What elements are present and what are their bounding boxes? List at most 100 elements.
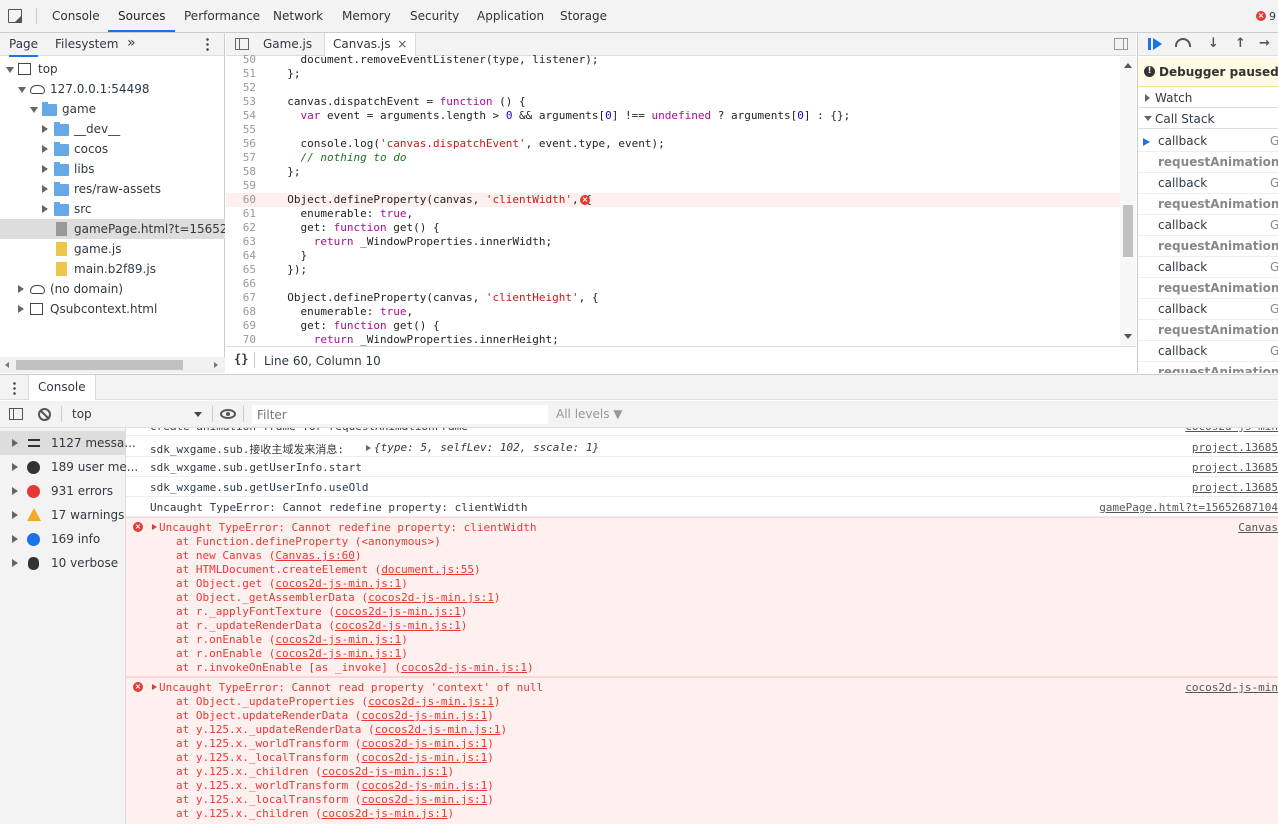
- code-line[interactable]: 68 enumerable: true,: [226, 305, 1121, 319]
- scroll-thumb[interactable]: [16, 360, 183, 370]
- expand-arrow-icon[interactable]: [12, 463, 18, 471]
- pretty-print-button[interactable]: {}: [234, 352, 248, 366]
- source-link[interactable]: project.13685: [1192, 441, 1278, 454]
- expand-error-icon[interactable]: [152, 684, 157, 690]
- scroll-thumb[interactable]: [1123, 205, 1133, 257]
- line-number[interactable]: 61: [226, 207, 256, 221]
- collapse-arrow-icon[interactable]: [18, 87, 26, 93]
- stack-frame-link[interactable]: cocos2d-js-min.js:1: [335, 619, 461, 632]
- frame-source[interactable]: G: [1270, 131, 1278, 152]
- expand-arrow-icon[interactable]: [42, 185, 48, 193]
- resume-arrow-icon[interactable]: [1153, 38, 1162, 50]
- line-number[interactable]: 63: [226, 235, 256, 249]
- scroll-right-icon[interactable]: [214, 362, 218, 368]
- tree-item[interactable]: __dev__: [0, 119, 225, 139]
- drawer-tab-console[interactable]: Console: [28, 375, 96, 400]
- stack-frame-link[interactable]: cocos2d-js-min.js:1: [401, 661, 527, 674]
- stack-frame-link[interactable]: cocos2d-js-min.js:1: [375, 723, 501, 736]
- code-line[interactable]: 56 console.log('canvas.dispatchEvent', e…: [226, 137, 1121, 151]
- more-tabs-icon[interactable]: »: [127, 35, 136, 51]
- scroll-left-icon[interactable]: [5, 362, 9, 368]
- code-line[interactable]: 64 }: [226, 249, 1121, 263]
- stack-frame-link[interactable]: cocos2d-js-min.js:1: [322, 807, 448, 820]
- line-number[interactable]: 57: [226, 151, 256, 165]
- expand-arrow-icon[interactable]: [42, 165, 48, 173]
- stack-frame-link[interactable]: Canvas.js:60: [275, 549, 354, 562]
- tab-page[interactable]: Page: [9, 37, 39, 57]
- code-line[interactable]: 69 get: function get() {: [226, 319, 1121, 333]
- tree-item[interactable]: (no domain): [0, 279, 225, 299]
- stack-frame-link[interactable]: cocos2d-js-min.js:1: [361, 751, 487, 764]
- tab-network[interactable]: Network: [273, 0, 323, 32]
- code-line[interactable]: 62 get: function get() {: [226, 221, 1121, 235]
- source-link[interactable]: gamePage.html?t=15652687104: [1099, 501, 1278, 514]
- tab-application[interactable]: Application: [477, 0, 544, 32]
- expand-arrow-icon[interactable]: [18, 305, 24, 313]
- code-line[interactable]: 50 document.removeEventListener(type, li…: [226, 53, 1121, 67]
- call-frame[interactable]: callback G: [1138, 341, 1278, 362]
- call-frame[interactable]: callback G: [1138, 173, 1278, 194]
- line-number[interactable]: 69: [226, 319, 256, 333]
- expand-arrow-icon[interactable]: [42, 125, 48, 133]
- sidebar-filter-info[interactable]: 169 info: [0, 527, 126, 551]
- code-line[interactable]: 70 return _WindowProperties.innerHeight;: [226, 333, 1121, 347]
- resume-icon[interactable]: [1148, 38, 1151, 50]
- stack-frame-link[interactable]: cocos2d-js-min.js:1: [275, 577, 401, 590]
- step-icon[interactable]: →: [1259, 36, 1270, 51]
- tree-item[interactable]: res/raw-assets: [0, 179, 225, 199]
- object-preview[interactable]: {type: 5, selfLev: 102, sscale: 1}: [374, 441, 599, 454]
- line-number[interactable]: 51: [226, 67, 256, 81]
- frame-source[interactable]: G: [1270, 341, 1278, 362]
- call-frame[interactable]: callback G: [1138, 257, 1278, 278]
- code-line[interactable]: 51 };: [226, 67, 1121, 81]
- stack-frame-link[interactable]: cocos2d-js-min.js:1: [368, 591, 494, 604]
- sidebar-filter-warning[interactable]: 17 warnings: [0, 503, 126, 527]
- line-number[interactable]: 53: [226, 95, 256, 109]
- line-number[interactable]: 54: [226, 109, 256, 123]
- show-sidebar-icon[interactable]: [9, 408, 23, 420]
- line-number[interactable]: 52: [226, 81, 256, 95]
- call-frame[interactable]: callback G: [1138, 299, 1278, 320]
- navigator-hscrollbar[interactable]: [0, 357, 225, 373]
- step-out-icon[interactable]: ↑: [1235, 36, 1246, 51]
- line-number[interactable]: 65: [226, 263, 256, 277]
- watch-section[interactable]: Watch: [1138, 88, 1278, 108]
- call-stack-section[interactable]: Call Stack: [1138, 109, 1278, 129]
- editor-tab-game-js[interactable]: Game.js: [263, 37, 312, 51]
- source-link[interactable]: Canvas: [1238, 521, 1278, 534]
- line-number[interactable]: 60: [226, 193, 256, 207]
- toggle-debugger-icon[interactable]: [1114, 38, 1128, 50]
- context-selector[interactable]: top: [64, 404, 206, 424]
- error-count[interactable]: 9: [1269, 10, 1276, 23]
- stack-frame-link[interactable]: cocos2d-js-min.js:1: [361, 709, 487, 722]
- tab-console[interactable]: Console: [52, 0, 100, 32]
- line-number[interactable]: 64: [226, 249, 256, 263]
- source-link[interactable]: cocos2d-js-min: [1185, 428, 1278, 433]
- toggle-navigator-icon[interactable]: [235, 38, 249, 50]
- tab-performance[interactable]: Performance: [184, 0, 260, 32]
- stack-frame-link[interactable]: cocos2d-js-min.js:1: [335, 605, 461, 618]
- collapse-arrow-icon[interactable]: [6, 67, 14, 73]
- tree-item[interactable]: game.js: [0, 239, 225, 259]
- tree-item[interactable]: libs: [0, 159, 225, 179]
- code-line[interactable]: 63 return _WindowProperties.innerWidth;: [226, 235, 1121, 249]
- expand-arrow-icon[interactable]: [42, 145, 48, 153]
- live-expression-eye-icon[interactable]: [220, 409, 236, 419]
- code-line[interactable]: 59: [226, 179, 1121, 193]
- drawer-menu-icon[interactable]: [13, 381, 16, 395]
- clear-console-icon[interactable]: [38, 408, 51, 421]
- tree-item[interactable]: Qsubcontext.html: [0, 299, 225, 319]
- frame-source[interactable]: G: [1270, 215, 1278, 236]
- line-number[interactable]: 55: [226, 123, 256, 137]
- line-number[interactable]: 56: [226, 137, 256, 151]
- code-line[interactable]: 55: [226, 123, 1121, 137]
- step-over-icon[interactable]: [1175, 38, 1191, 47]
- code-line[interactable]: 52: [226, 81, 1121, 95]
- line-number[interactable]: 67: [226, 291, 256, 305]
- tree-item[interactable]: top: [0, 59, 225, 79]
- stack-frame-link[interactable]: cocos2d-js-min.js:1: [361, 737, 487, 750]
- line-number[interactable]: 66: [226, 277, 256, 291]
- tab-sources[interactable]: Sources: [108, 0, 176, 32]
- line-number[interactable]: 59: [226, 179, 256, 193]
- expand-arrow-icon[interactable]: [18, 285, 24, 293]
